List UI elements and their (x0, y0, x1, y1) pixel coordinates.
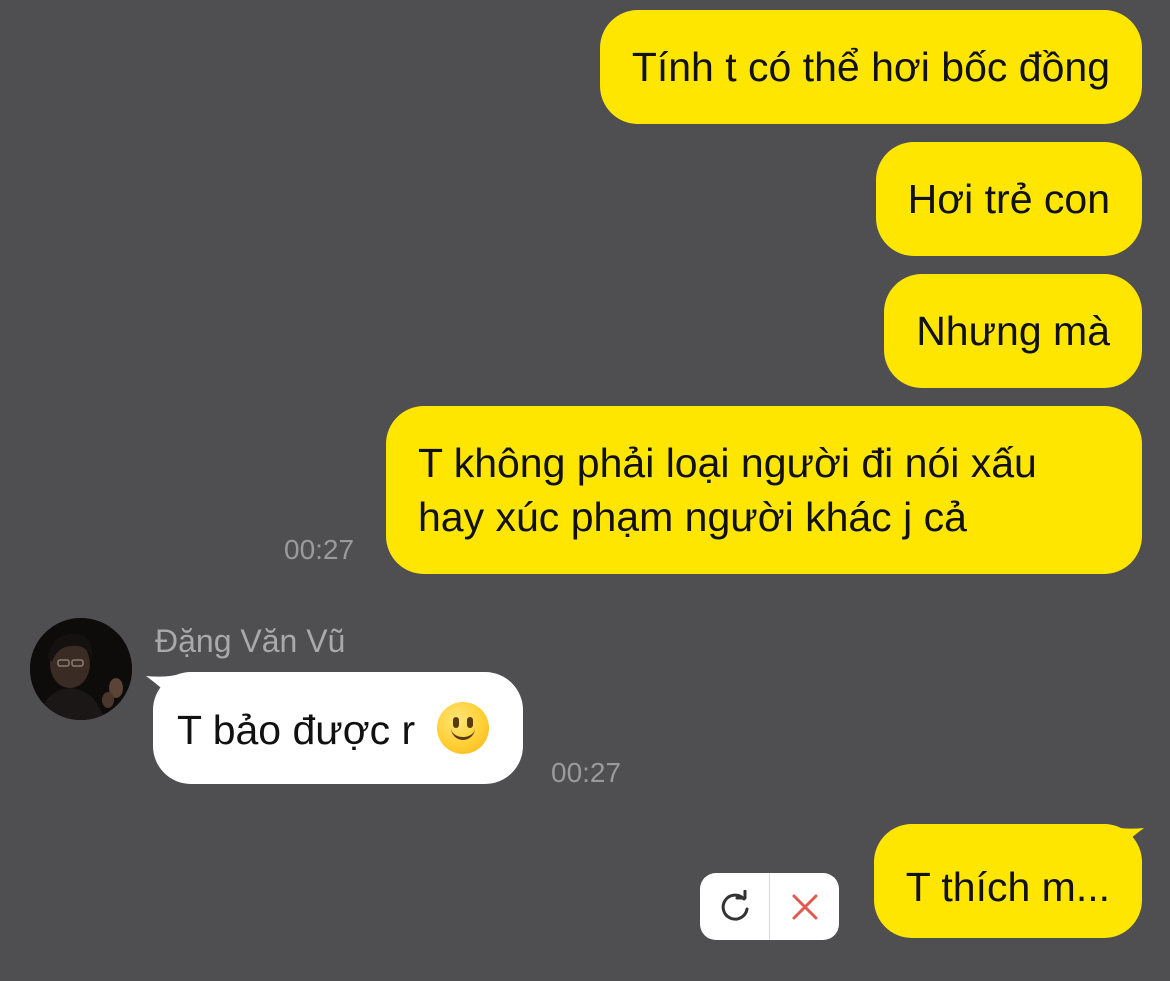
message-text: Nhưng mà (916, 308, 1110, 354)
close-icon (792, 894, 817, 919)
message-bubble-outgoing[interactable]: Hơi trẻ con (875, 142, 1142, 256)
message-bubble-outgoing[interactable]: Nhưng mà (884, 274, 1142, 388)
message-bubble-outgoing[interactable]: T không phải loại người đi nói xấu hay x… (386, 406, 1142, 574)
refresh-icon (721, 889, 748, 921)
message-timestamp: 00:27 (284, 534, 355, 565)
message-text-line: T không phải loại người đi nói xấu (418, 440, 1037, 486)
message-text: Tính t có thể hơi bốc đồng (631, 44, 1110, 90)
retry-button[interactable] (700, 873, 769, 940)
avatar-photo (30, 618, 132, 720)
avatar[interactable] (30, 618, 132, 720)
failed-message-actions (700, 873, 839, 940)
message-bubble-outgoing-pending[interactable]: T thích m... (873, 824, 1142, 938)
sender-name: Đặng Văn Vũ (155, 623, 346, 659)
message-bubble-incoming[interactable]: T bảo được r (153, 672, 523, 784)
message-text-line: hay xúc phạm người khác j cả (418, 494, 967, 540)
message-text: Hơi trẻ con (907, 176, 1110, 222)
message-timestamp: 00:27 (551, 757, 622, 788)
message-bubble-outgoing[interactable]: Tính t có thể hơi bốc đồng (599, 10, 1142, 124)
cancel-send-button[interactable] (770, 873, 839, 940)
slightly-smiling-face-emoji-icon (436, 702, 489, 754)
message-text: T thích m... (905, 864, 1110, 910)
chat-thread: Tính t có thể hơi bốc đồng Hơi trẻ con N… (0, 0, 1170, 981)
message-text: T bảo được r (177, 707, 416, 753)
